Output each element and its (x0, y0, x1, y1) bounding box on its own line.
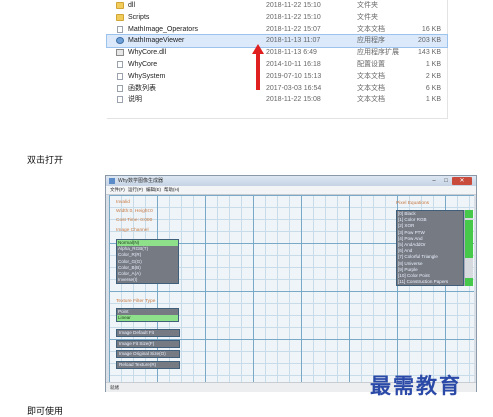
file-type: 配置设置 (357, 60, 385, 68)
red-arrow-icon (252, 44, 264, 90)
filter-list: Point Linear (116, 308, 179, 323)
file-name: WhySystem (128, 72, 166, 80)
menu-bar: 文件(F) 运行(P) 编辑(E) 帮助(H) (106, 186, 476, 195)
file-row[interactable]: Scripts 2018-11-22 15:10 文件夹 (107, 12, 447, 24)
file-row[interactable]: WhyCore 2014-10-11 16:18 配置设置 1 KB (107, 59, 447, 71)
file-row[interactable]: 函数列表 2017-03-03 16:54 文本文档 6 KB (107, 83, 447, 95)
config-file-icon (117, 60, 123, 68)
file-name: 说明 (128, 96, 142, 104)
pixel-equations-label: Pixel Equations (396, 201, 430, 206)
channel-option[interactable]: Inverse(I) (117, 277, 178, 283)
text-file-icon (117, 96, 123, 104)
folder-icon (116, 13, 124, 21)
file-name: MathImageViewer (128, 37, 185, 45)
file-size: 203 KB (418, 37, 441, 45)
menu-file[interactable]: 文件(F) (110, 186, 125, 194)
file-type: 应用程序扩展 (357, 49, 399, 57)
image-default-fit-button[interactable]: Image Default Fit (116, 329, 180, 337)
file-row[interactable]: MathImageViewer 2018-11-13 11:07 应用程序 203 K… (106, 34, 448, 49)
ready-to-use-caption: 即可使用 (27, 406, 64, 416)
file-name: WhyCore.dll (128, 49, 167, 57)
scroll-up-button[interactable] (465, 210, 473, 218)
texture-filter-label: Texture Filter Type (116, 299, 156, 304)
file-type: 文本文档 (357, 84, 385, 92)
image-channel-label: Image Channel (116, 228, 149, 233)
file-name: dll (128, 2, 136, 9)
file-size: 1 KB (425, 96, 441, 104)
file-date: 2018-11-13 6:49 (266, 49, 317, 57)
status-text: 就绪 (110, 385, 119, 390)
file-size: 2 KB (425, 72, 441, 80)
image-canvas[interactable]: Invalid Width:0, Height:0 Cost Time: 0:0… (109, 195, 474, 382)
dll-icon (116, 49, 124, 57)
maximize-button[interactable]: □ (440, 177, 452, 185)
image-original-size-button[interactable]: Image Original Size(O) (116, 350, 180, 358)
file-name: MathImage_Operators (128, 25, 199, 33)
file-date: 2018-11-22 15:10 (266, 13, 321, 21)
file-row[interactable]: dll 2018-11-22 15:10 文件夹 (107, 0, 447, 12)
equation-list: [0] Black [1] Color RGB [2] XOR [3] Pow PTW… (396, 210, 464, 287)
file-row[interactable]: WhyCore.dll 2018-11-13 6:49 应用程序扩展 143 KB (107, 47, 447, 59)
channel-list: Normal(N) Alpha_RGB(T) Color_R(R) Color_G(G… (116, 239, 179, 285)
file-size: 6 KB (425, 84, 441, 92)
file-size: 1 KB (425, 60, 441, 68)
file-date: 2018-11-22 15:10 (266, 2, 321, 9)
watermark-logo: 最需教育 (370, 373, 462, 398)
equation-scrollbar[interactable] (464, 210, 473, 286)
file-name: WhyCore (128, 60, 158, 68)
minimize-button[interactable]: – (428, 177, 440, 185)
menu-run[interactable]: 运行(P) (128, 186, 143, 194)
file-list-panel: dll 2018-11-22 15:10 文件夹 Scripts 2018-11-22 … (106, 0, 448, 119)
file-date: 2019-07-10 15:13 (266, 72, 322, 80)
window-title: Why数学图像生成器 (118, 178, 164, 184)
file-size: 16 KB (421, 25, 441, 33)
status-label: Invalid (116, 200, 130, 205)
text-file-icon (117, 84, 123, 92)
text-file-icon (117, 72, 123, 80)
app-icon (109, 178, 115, 184)
file-row[interactable]: WhySystem 2019-07-10 15:13 文本文档 2 KB (107, 71, 447, 83)
file-type: 文件夹 (357, 13, 378, 21)
file-name: Scripts (128, 13, 150, 21)
file-type: 文件夹 (357, 2, 378, 9)
scroll-down-button[interactable] (465, 278, 473, 286)
cost-time-label: Cost Time: 0:000 (116, 218, 153, 223)
reload-texture-button[interactable]: Reload Texture(R) (116, 361, 180, 369)
size-label: Width:0, Height:0 (116, 209, 153, 214)
file-size: 143 KB (418, 49, 441, 57)
menu-help[interactable]: 帮助(H) (164, 186, 179, 194)
equation-option[interactable]: [11] Construction Papers (397, 279, 463, 285)
close-button[interactable]: ✕ (452, 177, 472, 185)
file-date: 2014-10-11 16:18 (266, 60, 321, 68)
file-type: 文本文档 (357, 72, 385, 80)
application-icon (116, 37, 124, 45)
file-date: 2018-11-22 15:07 (266, 25, 321, 33)
image-fit-size-button[interactable]: Image Fit Size(F) (116, 340, 180, 348)
file-date: 2018-11-13 11:07 (266, 37, 321, 45)
file-type: 文本文档 (357, 96, 385, 104)
title-bar: Why数学图像生成器 – □ ✕ (106, 176, 476, 186)
filter-option[interactable]: Linear (117, 315, 178, 322)
scroll-thumb[interactable] (465, 220, 473, 258)
file-date: 2017-03-03 16:54 (266, 84, 322, 92)
file-row[interactable]: MathImage_Operators 2018-11-22 15:07 文本文档 1… (107, 24, 447, 36)
file-type: 文本文档 (357, 25, 385, 33)
app-window: Why数学图像生成器 – □ ✕ 文件(F) 运行(P) 编辑(E) 帮助(H)… (105, 175, 477, 392)
file-date: 2018-11-22 15:08 (266, 96, 321, 104)
double-click-caption: 双击打开 (27, 155, 64, 165)
file-row[interactable]: 说明 2018-11-22 15:08 文本文档 1 KB (107, 94, 447, 106)
file-name: 函数列表 (128, 84, 156, 92)
file-type: 应用程序 (357, 37, 385, 45)
menu-edit[interactable]: 编辑(E) (146, 186, 161, 194)
text-file-icon (117, 25, 123, 33)
folder-icon (116, 2, 124, 9)
